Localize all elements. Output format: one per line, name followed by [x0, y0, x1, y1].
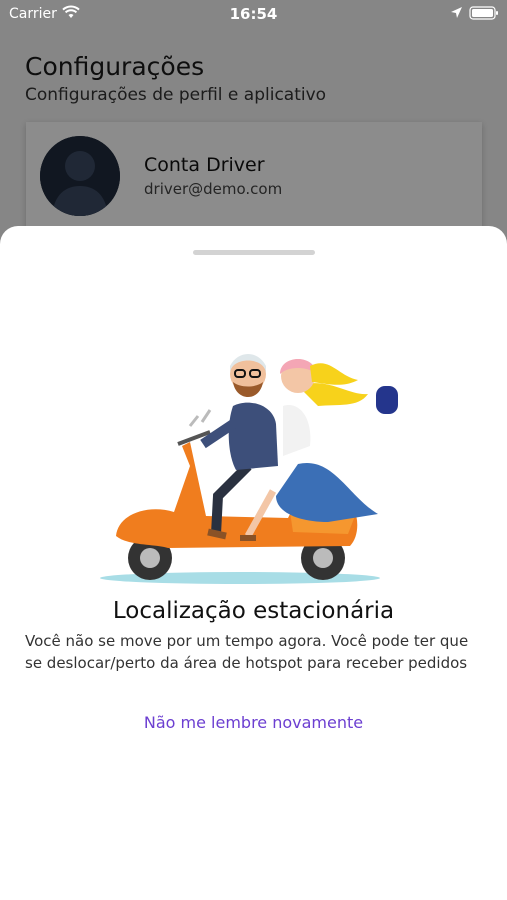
clock: 16:54 — [229, 5, 278, 23]
drag-handle[interactable] — [193, 250, 315, 255]
battery-icon — [469, 6, 498, 20]
location-arrow-icon — [451, 7, 462, 18]
sheet-message: Você não se move por um tempo agora. Voc… — [25, 632, 469, 672]
sheet-title: Localização estacionária — [112, 598, 395, 624]
dont-remind-again-button[interactable]: Não me lembre novamente — [0, 713, 507, 732]
status-bar: Carrier 16:54 — [0, 0, 507, 28]
couple-on-scooter-illustration — [100, 354, 398, 584]
stationary-location-sheet: Localização estacionária Você não se mov… — [0, 226, 507, 900]
